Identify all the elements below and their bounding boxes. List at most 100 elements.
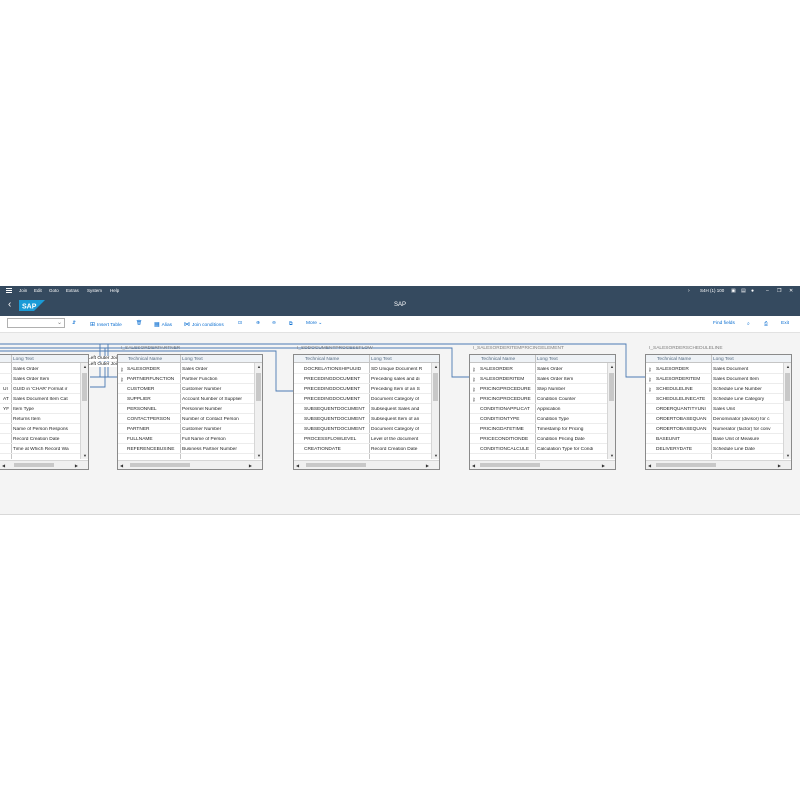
menu-goto[interactable]: Goto <box>49 288 59 293</box>
column-header-long-text[interactable]: Long Text <box>182 357 203 362</box>
delete-table-icon[interactable]: 🗑 <box>136 321 142 326</box>
zoom-out-icon[interactable]: ⊖ <box>272 321 276 326</box>
table-row[interactable]: REFERENCEBUSINE Business Partner Number <box>118 444 262 454</box>
table-box[interactable]: Long Text Sales Order Sales Order Item UI GU… <box>0 354 89 470</box>
table-row[interactable]: ⚷ SALESORDER Sales Order <box>118 364 262 374</box>
scroll-down-icon[interactable]: ▼ <box>610 453 614 458</box>
scroll-thumb[interactable] <box>480 463 540 467</box>
table-row[interactable]: UI GUID in 'CHAR' Format ir <box>0 384 88 394</box>
menu-extras[interactable]: Extras <box>66 288 79 293</box>
join-canvas[interactable]: Left Outer Join Left Outer Join Long Tex… <box>0 334 800 514</box>
scroll-up-icon[interactable]: ▲ <box>434 364 438 369</box>
vertical-scrollbar[interactable]: ▲ ▼ <box>80 363 88 459</box>
menu-system[interactable]: System <box>87 288 102 293</box>
join-label[interactable]: Left Outer Join <box>88 356 120 361</box>
expand-icon[interactable]: › <box>688 288 690 294</box>
table-row[interactable]: AT Sales Document Item Cat <box>0 394 88 404</box>
scroll-left-icon[interactable]: ◀ <box>472 463 475 468</box>
table-row[interactable]: Name of Person Respons <box>0 424 88 434</box>
scroll-up-icon[interactable]: ▲ <box>257 364 261 369</box>
more-button[interactable]: More ⌄ <box>306 321 322 326</box>
table-row[interactable]: BASEUNIT Base Unit of Measure <box>646 434 791 444</box>
scroll-up-icon[interactable]: ▲ <box>610 364 614 369</box>
command-field[interactable]: ⌄ <box>7 318 65 328</box>
scroll-right-icon[interactable]: ▶ <box>75 463 78 468</box>
scroll-right-icon[interactable]: ▶ <box>426 463 429 468</box>
scroll-thumb[interactable] <box>130 463 190 467</box>
vertical-scrollbar[interactable]: ▲ ▼ <box>431 363 439 459</box>
scroll-thumb[interactable] <box>256 373 261 401</box>
insert-table-button[interactable]: ⊞ Insert Table <box>90 321 122 328</box>
horizontal-scrollbar[interactable]: ◀ ▶ <box>294 460 439 469</box>
menu-icon[interactable] <box>6 288 12 295</box>
scroll-right-icon[interactable]: ▶ <box>602 463 605 468</box>
overview-icon[interactable]: ⧉ <box>289 321 292 327</box>
scroll-left-icon[interactable]: ◀ <box>2 463 5 468</box>
table-row[interactable]: PRECEDINGDOCUMENT Preceding Item of an S <box>294 384 439 394</box>
zoom-in-icon[interactable]: ⊕ <box>256 321 260 326</box>
table-row[interactable]: CONDITIONAPPLICAT Application <box>470 404 615 414</box>
alias-button[interactable]: ▦ Alias <box>154 321 172 328</box>
table-box[interactable]: I_SALESORDERSCHEDULELINE Technical Name Lo… <box>645 346 792 470</box>
table-row[interactable]: SUBSEQUENTDOCUMENT Subsequent Sales and <box>294 404 439 414</box>
vertical-scrollbar[interactable]: ▲ ▼ <box>607 363 615 459</box>
scroll-left-icon[interactable]: ◀ <box>120 463 123 468</box>
find-fields-button[interactable]: Find fields <box>713 321 735 326</box>
help-icon[interactable]: ● <box>751 288 754 294</box>
table-row[interactable]: ⚷ SALESORDERITEM Sales Order Item <box>470 374 615 384</box>
table-row[interactable]: Sales Order <box>0 364 88 374</box>
table-row[interactable]: PARTNER Customer Number <box>118 424 262 434</box>
table-row[interactable]: CONDITIONCALCULE Calculation Type for Con… <box>470 444 615 454</box>
column-header-technical-name[interactable]: Technical Name <box>305 357 339 362</box>
table-row[interactable]: ORDERTOBASEQUAN Numerator (factor) for co… <box>646 424 791 434</box>
scroll-thumb[interactable] <box>306 463 366 467</box>
table-row[interactable]: PRECEDINGDOCUMENT Preceding sales and di <box>294 374 439 384</box>
scroll-down-icon[interactable]: ▼ <box>434 453 438 458</box>
scroll-right-icon[interactable]: ▶ <box>778 463 781 468</box>
horizontal-scrollbar[interactable]: ◀ ▶ <box>646 460 791 469</box>
close-icon[interactable]: ✕ <box>789 288 793 294</box>
horizontal-scrollbar[interactable]: ◀ ▶ <box>470 460 615 469</box>
table-box[interactable]: I_SDDOCUMENTPROCESSFLOW Technical Name Lon… <box>293 346 440 470</box>
new-window-icon[interactable]: ▤ <box>741 288 746 294</box>
fit-view-icon[interactable]: ⊡ <box>238 321 242 326</box>
scroll-thumb[interactable] <box>609 373 614 401</box>
table-row[interactable]: Time at Which Record Wa <box>0 444 88 454</box>
join-conditions-button[interactable]: ⋈ Join conditions <box>184 321 224 328</box>
table-row[interactable]: ⚷ PRICINGPROCEDURE Condition Counter <box>470 394 615 404</box>
vertical-scrollbar[interactable]: ▲ ▼ <box>783 363 791 459</box>
scroll-thumb[interactable] <box>82 373 87 401</box>
scroll-up-icon[interactable]: ▲ <box>786 364 790 369</box>
horizontal-scrollbar[interactable]: ◀ ▶ <box>0 460 88 469</box>
exit-button[interactable]: Exit <box>781 321 789 326</box>
menu-join[interactable]: Join <box>19 288 27 293</box>
column-header-technical-name[interactable]: Technical Name <box>481 357 515 362</box>
table-row[interactable]: ⚷ PRICINGPROCEDURE Step Number <box>470 384 615 394</box>
maximize-icon[interactable]: ❐ <box>777 288 781 294</box>
search-icon[interactable]: ⌕ <box>747 321 750 327</box>
table-row[interactable]: CONTACTPERSON Number of Contact Person <box>118 414 262 424</box>
minimize-icon[interactable]: – <box>766 288 769 294</box>
table-row[interactable]: ORDERQUANTITYUNI Sales Unit <box>646 404 791 414</box>
column-header-long-text[interactable]: Long Text <box>713 357 734 362</box>
scroll-down-icon[interactable]: ▼ <box>786 453 790 458</box>
table-row[interactable]: CUSTOMER Customer Number <box>118 384 262 394</box>
scroll-thumb[interactable] <box>785 373 790 401</box>
table-row[interactable]: Returns Item <box>0 414 88 424</box>
table-row[interactable]: Sales Order Item <box>0 374 88 384</box>
menu-help[interactable]: Help <box>110 288 119 293</box>
table-row[interactable]: ORDERTOBASEQUAN Denominator (divisor) for… <box>646 414 791 424</box>
scroll-left-icon[interactable]: ◀ <box>296 463 299 468</box>
table-row[interactable]: DELIVERYDATE Schedule Line Date <box>646 444 791 454</box>
join-label[interactable]: Left Outer Join <box>88 362 120 367</box>
vertical-scrollbar[interactable]: ▲ ▼ <box>254 363 262 459</box>
table-row[interactable]: ⚷ PARTNERFUNCTION Partner Function <box>118 374 262 384</box>
scroll-thumb[interactable] <box>14 463 54 467</box>
scroll-up-icon[interactable]: ▲ <box>83 364 87 369</box>
scroll-left-icon[interactable]: ◀ <box>648 463 651 468</box>
table-row[interactable]: SCHEDULELINECATE Schedule Line Category <box>646 394 791 404</box>
scroll-down-icon[interactable]: ▼ <box>83 453 87 458</box>
table-row[interactable]: PRICECONDITIONDE Condition Pricing Date <box>470 434 615 444</box>
column-header-long-text[interactable]: Long Text <box>537 357 558 362</box>
chevron-down-icon[interactable]: ⌄ <box>57 319 62 326</box>
